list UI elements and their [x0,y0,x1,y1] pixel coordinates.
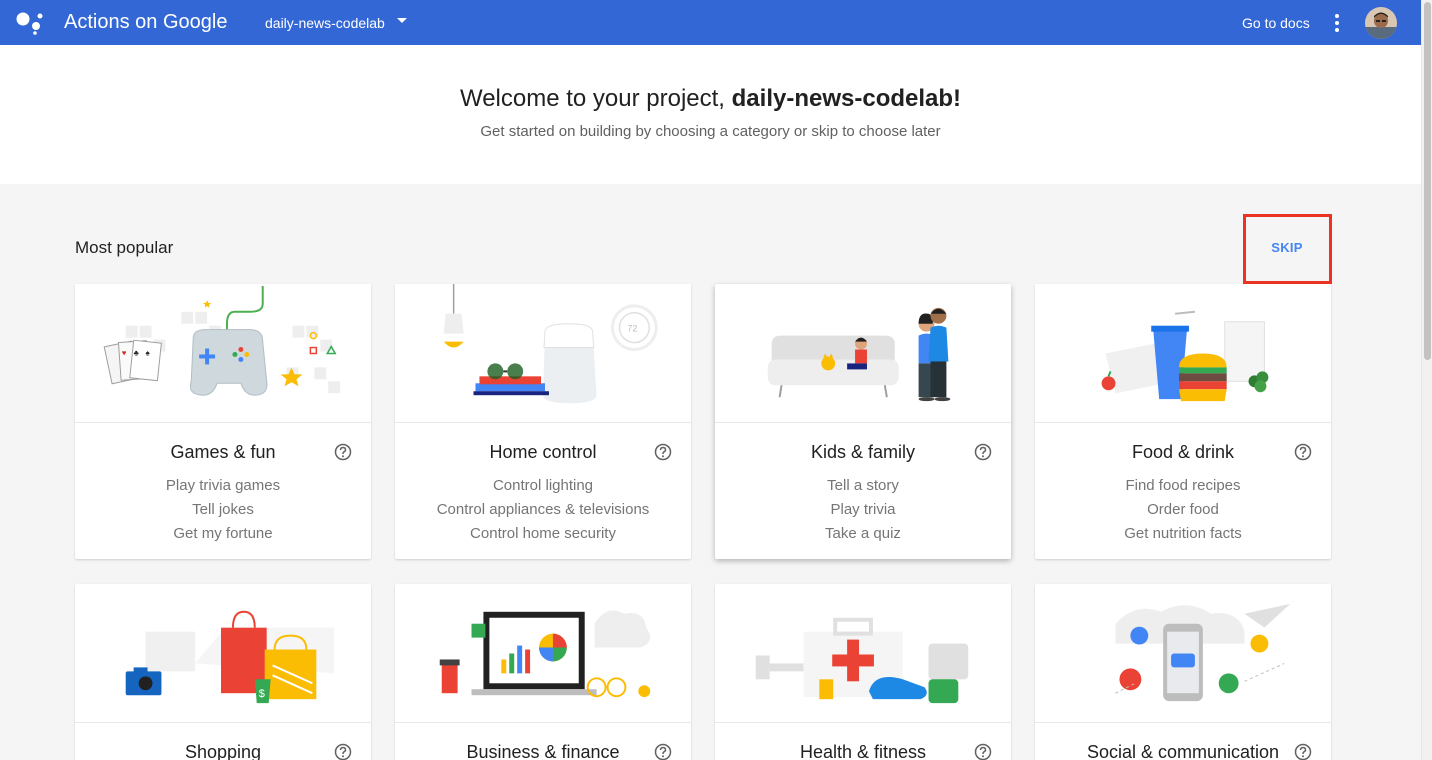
welcome-title: Welcome to your project, daily-news-code… [459,85,962,112]
help-icon[interactable] [654,743,672,760]
example-item: Tell a story [827,477,899,494]
social-communication-illustration [1035,603,1331,723]
home-control-illustration: 72 [395,284,691,423]
example-item: Get my fortune [173,525,273,542]
example-item: Play trivia [830,501,896,518]
category-card-shopping[interactable]: $ Shopping [75,584,371,760]
example-item: Play trivia games [165,477,281,494]
shopping-illustration: $ [75,610,371,723]
help-icon[interactable] [1294,743,1312,760]
category-card-food-drink[interactable]: Food & drink Find food recipes Order foo… [1035,284,1331,559]
health-fitness-illustration [715,617,1011,723]
help-icon[interactable] [334,743,352,760]
category-title: Social & communication [1086,742,1280,760]
category-card-business-finance[interactable]: Business & finance [395,584,691,760]
category-title: Business & finance [466,742,620,760]
category-card-home-control[interactable]: 72 Home control Control lighting Control… [395,284,691,559]
category-card-games[interactable]: ♥ ♣ ♠ Games & fun Play trivia games Tell j… [75,284,371,559]
top-app-bar: Actions on Google daily-news-codelab Go … [0,0,1421,45]
scrollbar-thumb[interactable] [1424,2,1431,360]
category-title: Home control [489,442,597,462]
skip-button[interactable]: SKIP [1252,232,1322,264]
help-icon[interactable] [334,443,352,461]
example-item: Tell jokes [192,501,254,518]
business-finance-illustration [395,610,691,723]
category-title: Health & fitness [799,742,927,760]
food-drink-illustration [1035,310,1331,423]
app-title: Actions on Google [64,11,228,33]
svg-text:$: $ [259,688,265,700]
example-item: Find food recipes [1125,477,1241,494]
category-examples: Find food recipes Order food Get nutriti… [1035,474,1331,546]
google-assistant-logo[interactable] [16,9,44,35]
category-examples: Control lighting Control appliances & te… [395,474,691,546]
welcome-project-name: daily-news-codelab! [731,85,962,112]
example-item: Order food [1147,501,1219,518]
section-title: Most popular [75,238,174,257]
category-title: Shopping [184,742,262,760]
svg-text:♥: ♥ [122,348,127,357]
help-icon[interactable] [974,443,992,461]
category-title: Games & fun [170,442,276,462]
project-selector[interactable]: daily-news-codelab [265,15,385,31]
games-illustration: ♥ ♣ ♠ [75,285,371,423]
welcome-subtitle: Get started on building by choosing a ca… [480,123,941,140]
chevron-down-icon[interactable] [397,16,407,26]
category-card-social-communication[interactable]: Social & communication [1035,584,1331,760]
category-card-kids-family[interactable]: Kids & family Tell a story Play trivia T… [715,284,1011,559]
welcome-banner: Welcome to your project, daily-news-code… [0,45,1421,184]
help-icon[interactable] [974,743,992,760]
example-item: Control lighting [492,477,594,494]
more-vert-icon[interactable] [1329,12,1345,34]
example-item: Get nutrition facts [1124,525,1242,542]
example-item: Control appliances & televisions [436,501,650,518]
page-scrollbar[interactable] [1421,0,1432,760]
help-icon[interactable] [1294,443,1312,461]
example-item: Take a quiz [825,525,901,542]
category-examples: Tell a story Play trivia Take a quiz [715,474,1011,546]
category-card-health-fitness[interactable]: Health & fitness [715,584,1011,760]
svg-text:♠: ♠ [146,348,150,357]
svg-text:72: 72 [627,324,637,334]
category-examples: Play trivia games Tell jokes Get my fort… [75,474,371,546]
category-title: Food & drink [1131,442,1235,462]
kids-family-illustration [715,307,1011,423]
help-icon[interactable] [654,443,672,461]
svg-text:♣: ♣ [134,348,139,357]
account-avatar[interactable] [1365,7,1397,39]
category-title: Kids & family [810,442,916,462]
example-item: Control home security [470,525,616,542]
go-to-docs-link[interactable]: Go to docs [1242,15,1310,31]
